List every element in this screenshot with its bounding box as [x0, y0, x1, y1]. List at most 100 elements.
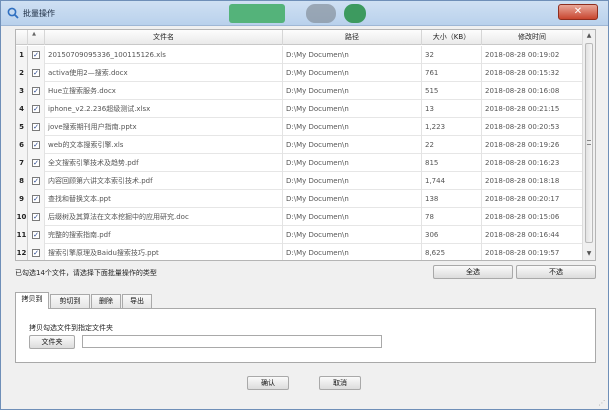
file-path: D:\My Documen\n	[283, 64, 422, 82]
scroll-grip-icon	[587, 140, 591, 145]
row-checkbox-cell[interactable]: ✓	[28, 226, 45, 244]
file-name: 完整的搜索指南.pdf	[45, 226, 283, 244]
row-checkbox-cell[interactable]: ✓	[28, 118, 45, 136]
table-row[interactable]: 11 ✓ 完整的搜索指南.pdf D:\My Documen\n 306 2018-08-…	[16, 226, 583, 244]
selection-status: 已勾选14个文件，请选择下面批量操作的类型	[15, 269, 157, 277]
table-row[interactable]: 7 ✓ 全文搜索引擎技术及趋势.pdf D:\My Documen\n 815 2018-…	[16, 154, 583, 172]
select-all-button[interactable]: 全选	[433, 265, 513, 279]
row-checkbox[interactable]: ✓	[32, 87, 40, 95]
file-modified-time: 2018-08-28 00:16:44	[482, 226, 583, 244]
file-modified-time: 2018-08-28 00:18:18	[482, 172, 583, 190]
file-size: 22	[422, 136, 482, 154]
row-checkbox[interactable]: ✓	[32, 195, 40, 203]
tab-copy-to[interactable]: 拷贝到	[15, 292, 49, 309]
header-corner	[16, 30, 28, 45]
row-checkbox-cell[interactable]: ✓	[28, 244, 45, 260]
row-checkbox[interactable]: ✓	[32, 69, 40, 77]
file-modified-time: 2018-08-28 00:19:26	[482, 136, 583, 154]
copy-to-panel: 拷贝勾选文件到指定文件夹 文件夹	[15, 308, 596, 363]
scroll-down-icon[interactable]: ▼	[583, 248, 595, 260]
row-number: 2	[16, 64, 28, 82]
row-checkbox-cell[interactable]: ✓	[28, 64, 45, 82]
row-checkbox[interactable]: ✓	[32, 213, 40, 221]
row-checkbox[interactable]: ✓	[32, 159, 40, 167]
vertical-scrollbar[interactable]: ▲ ▼	[582, 30, 595, 260]
table-row[interactable]: 8 ✓ 内容回顾第六讲文本索引技术.pdf D:\My Documen\n 1,744 2…	[16, 172, 583, 190]
confirm-button[interactable]: 确认	[247, 376, 289, 390]
file-size: 1,744	[422, 172, 482, 190]
row-checkbox-cell[interactable]: ✓	[28, 136, 45, 154]
table-row[interactable]: 3 ✓ Hue立搜索服务.docx D:\My Documen\n 515 2018-08…	[16, 82, 583, 100]
row-number: 3	[16, 82, 28, 100]
title-decoration-gray	[306, 4, 336, 23]
scroll-thumb[interactable]	[585, 43, 593, 243]
row-checkbox[interactable]: ✓	[32, 231, 40, 239]
file-modified-time: 2018-08-28 00:19:57	[482, 244, 583, 260]
file-modified-time: 2018-08-28 00:20:53	[482, 118, 583, 136]
row-checkbox[interactable]: ✓	[32, 105, 40, 113]
table-row[interactable]: 6 ✓ web的文本搜索引擎.xls D:\My Documen\n 22 2018-08…	[16, 136, 583, 154]
table-row[interactable]: 9 ✓ 查找和替换文本.ppt D:\My Documen\n 138 2018-08-2…	[16, 190, 583, 208]
table-row[interactable]: 2 ✓ activa使用2—搜索.docx D:\My Documen\n 761 201…	[16, 64, 583, 82]
title-bar: 批量操作 ✕	[1, 1, 608, 26]
close-button[interactable]: ✕	[558, 4, 598, 20]
table-row[interactable]: 12 ✓ 搜索引擎原理及Baidu搜索技巧.ppt D:\My Documen\n 8,…	[16, 244, 583, 260]
row-checkbox[interactable]: ✓	[32, 249, 40, 257]
tab-cut-to[interactable]: 剪切到	[50, 294, 90, 308]
header-time[interactable]: 修改时间	[482, 30, 583, 45]
file-name: 全文搜索引擎技术及趋势.pdf	[45, 154, 283, 172]
table-row[interactable]: 4 ✓ iphone_v2.2.236超级测试.xlsx D:\My Documen\…	[16, 100, 583, 118]
table-row[interactable]: 5 ✓ jove搜索期刊用户指南.pptx D:\My Documen\n 1,223 2…	[16, 118, 583, 136]
row-checkbox[interactable]: ✓	[32, 177, 40, 185]
row-checkbox-cell[interactable]: ✓	[28, 208, 45, 226]
tab-export[interactable]: 导出	[122, 294, 152, 308]
header-name[interactable]: 文件名	[45, 30, 283, 45]
table-row[interactable]: 10 ✓ 后缀树及其算法在文本挖掘中的应用研究.doc D:\My Documen\n…	[16, 208, 583, 226]
header-select-all-checkbox-column[interactable]: ▲	[28, 30, 45, 45]
file-path: D:\My Documen\n	[283, 208, 422, 226]
file-path: D:\My Documen\n	[283, 244, 422, 260]
row-checkbox-cell[interactable]: ✓	[28, 190, 45, 208]
header-size[interactable]: 大小（KB）	[422, 30, 482, 45]
sort-up-icon: ▲	[32, 31, 36, 37]
unselect-all-button[interactable]: 不选	[516, 265, 596, 279]
app-logo-icon	[7, 7, 19, 19]
cancel-button[interactable]: 取消	[319, 376, 361, 390]
row-checkbox-cell[interactable]: ✓	[28, 46, 45, 64]
file-modified-time: 2018-08-28 00:20:17	[482, 190, 583, 208]
row-checkbox-cell[interactable]: ✓	[28, 154, 45, 172]
file-path: D:\My Documen\n	[283, 46, 422, 64]
file-size: 78	[422, 208, 482, 226]
file-path: D:\My Documen\n	[283, 154, 422, 172]
row-number: 8	[16, 172, 28, 190]
row-checkbox[interactable]: ✓	[32, 51, 40, 59]
title-decoration-green	[229, 4, 285, 23]
file-name: iphone_v2.2.236超级测试.xlsx	[45, 100, 283, 118]
file-path: D:\My Documen\n	[283, 172, 422, 190]
target-folder-input[interactable]	[82, 335, 382, 348]
file-size: 1,223	[422, 118, 482, 136]
row-checkbox-cell[interactable]: ✓	[28, 100, 45, 118]
file-name: 查找和替换文本.ppt	[45, 190, 283, 208]
file-name: jove搜索期刊用户指南.pptx	[45, 118, 283, 136]
header-path[interactable]: 路径	[283, 30, 422, 45]
file-path: D:\My Documen\n	[283, 190, 422, 208]
row-checkbox-cell[interactable]: ✓	[28, 82, 45, 100]
file-modified-time: 2018-08-28 00:15:06	[482, 208, 583, 226]
row-number: 5	[16, 118, 28, 136]
row-checkbox-cell[interactable]: ✓	[28, 172, 45, 190]
file-name: 20150709095336_100115126.xls	[45, 46, 283, 64]
file-size: 761	[422, 64, 482, 82]
scroll-up-icon[interactable]: ▲	[583, 30, 595, 42]
row-checkbox[interactable]: ✓	[32, 123, 40, 131]
resize-grip-icon[interactable]: ⋰	[598, 399, 606, 407]
file-size: 815	[422, 154, 482, 172]
row-checkbox[interactable]: ✓	[32, 141, 40, 149]
row-number: 11	[16, 226, 28, 244]
tab-delete[interactable]: 删除	[91, 294, 121, 308]
choose-folder-button[interactable]: 文件夹	[29, 335, 75, 349]
file-modified-time: 2018-08-28 00:19:02	[482, 46, 583, 64]
table-row[interactable]: 1 ✓ 20150709095336_100115126.xls D:\My Docu…	[16, 46, 583, 64]
close-icon: ✕	[573, 6, 583, 17]
window-title: 批量操作	[23, 9, 55, 18]
